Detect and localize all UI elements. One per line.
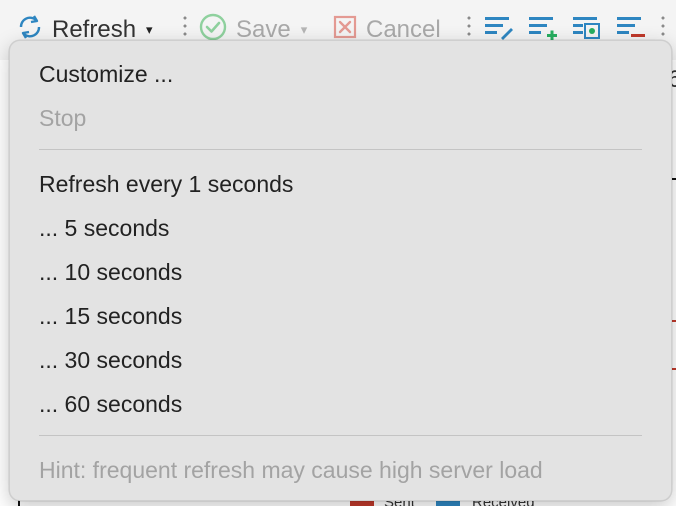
toolbar-grip[interactable] — [467, 14, 471, 40]
menu-item-refresh-5s[interactable]: ... 5 seconds — [39, 210, 169, 246]
menu-hint-text: Hint: frequent refresh may cause high se… — [39, 457, 543, 483]
toolbar-grip[interactable] — [661, 14, 665, 40]
menu-item-refresh-10s[interactable]: ... 10 seconds — [39, 254, 182, 290]
chevron-down-icon[interactable]: ▾ — [146, 22, 153, 38]
menu-item-refresh-15s[interactable]: ... 15 seconds — [39, 298, 182, 334]
menu-separator — [39, 149, 642, 150]
menu-separator — [39, 435, 642, 436]
menu-item-refresh-1s[interactable]: Refresh every 1 seconds — [39, 166, 293, 202]
toolbar-grip[interactable] — [183, 14, 187, 40]
menu-item-refresh-30s[interactable]: ... 30 seconds — [39, 342, 182, 378]
chevron-down-icon[interactable]: ▾ — [301, 22, 308, 38]
menu-item-refresh-60s[interactable]: ... 60 seconds — [39, 386, 182, 422]
menu-item-stop[interactable]: Stop — [39, 100, 86, 136]
refresh-popup-menu: Customize ... Stop Refresh every 1 secon… — [9, 40, 672, 501]
application-window: Refresh ▾ Save ▾ Cancel 6 Customize ... … — [0, 0, 676, 506]
menu-item-customize[interactable]: Customize ... — [39, 56, 173, 92]
